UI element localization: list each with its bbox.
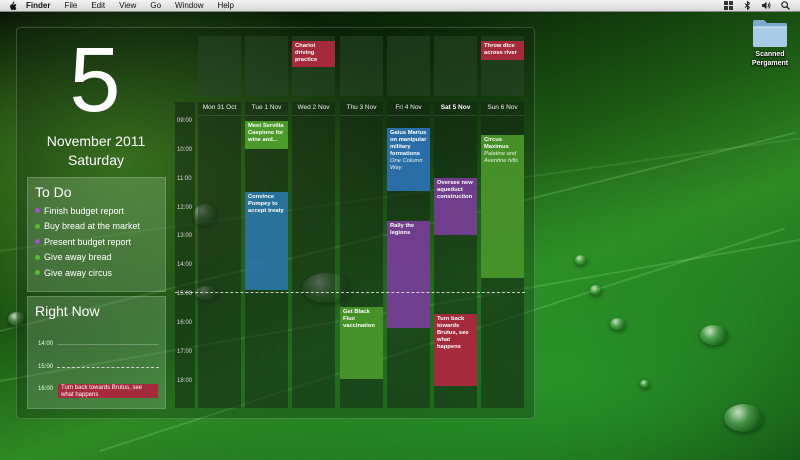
event-title: Rally the legions — [390, 223, 415, 236]
allday-cell[interactable] — [198, 36, 241, 96]
right-now-event[interactable]: Turn back towards Brutus, see what happe… — [58, 384, 158, 398]
menu-window[interactable]: Window — [168, 0, 210, 11]
spotlight-search-icon[interactable] — [781, 1, 790, 10]
right-now-title: Right Now — [35, 303, 100, 319]
header-divider — [245, 115, 288, 116]
volume-icon[interactable] — [762, 1, 771, 10]
hour-label: 10:00 — [177, 147, 193, 153]
current-day-number: 5 — [69, 29, 121, 131]
todo-bullet — [35, 239, 40, 245]
day-header: Fri 4 Nov — [395, 104, 422, 111]
folder-icon — [752, 18, 788, 48]
todo-bullet — [35, 270, 40, 276]
hour-label: 09:00 — [177, 118, 193, 124]
event-title: Meet Servilia Caepione for wine and... — [248, 123, 284, 143]
menu-bar: Finder File Edit View Go Window Help — [0, 0, 800, 12]
right-now-gridline — [57, 344, 159, 345]
event-location: One Column Way — [390, 158, 423, 171]
right-now-time: 15:00 — [38, 364, 54, 370]
right-now-time: 14:00 — [38, 341, 54, 347]
todo-bullet — [35, 254, 40, 260]
allday-cell[interactable] — [340, 36, 383, 96]
spaces-icon[interactable] — [724, 1, 733, 10]
right-now-time: 16:00 — [38, 386, 54, 392]
header-divider — [340, 115, 383, 116]
menu-view[interactable]: View — [112, 0, 143, 11]
day-header: Tue 1 Nov — [251, 104, 282, 111]
calendar-event[interactable]: Turn back towards Brutus, see what happe… — [434, 314, 477, 386]
day-column[interactable]: Wed 2 Nov — [292, 102, 335, 408]
day-header-today: Sat 5 Nov — [440, 104, 471, 111]
allday-cell[interactable] — [245, 36, 288, 96]
todo-item[interactable]: Finish budget report — [28, 203, 165, 219]
allday-cell[interactable] — [387, 36, 430, 96]
hour-label: 14:00 — [177, 262, 193, 268]
todo-item-label: Buy bread at the market — [44, 221, 141, 232]
apple-menu-icon[interactable] — [8, 1, 18, 11]
header-divider — [292, 115, 335, 116]
day-column[interactable]: Mon 31 Oct — [198, 102, 241, 408]
header-divider — [481, 115, 524, 116]
menu-finder[interactable]: Finder — [24, 0, 57, 11]
todo-item-label: Present budget report — [44, 236, 132, 247]
right-now-panel: Right Now 14:00 15:00 16:00 Turn back to… — [27, 296, 166, 409]
calendar-event[interactable]: Rally the legions — [387, 221, 430, 328]
event-title: Convince Pompey to accept treaty — [248, 194, 284, 214]
calendar-event[interactable]: Oversee new aqueduct construction — [434, 178, 477, 235]
event-title: Chariot driving practice — [295, 43, 318, 63]
folder-label: Scanned Pergament — [751, 51, 789, 67]
current-weekday: Saturday — [67, 152, 125, 168]
header-divider — [387, 115, 430, 116]
header-divider — [434, 115, 477, 116]
todo-item-label: Give away bread — [44, 252, 112, 263]
calendar-event[interactable]: Convince Pompey to accept treaty — [245, 192, 288, 290]
todo-bullet — [35, 208, 40, 214]
calendar-event[interactable]: Meet Servilia Caepione for wine and... — [245, 121, 288, 149]
hour-label: 18:00 — [177, 378, 193, 384]
event-title: Get Black Flux vaccination — [343, 309, 375, 329]
hour-label: 16:00 — [177, 320, 193, 326]
todo-item[interactable]: Present budget report — [28, 234, 165, 250]
hour-label: 11:00 — [177, 176, 192, 182]
todo-bullet — [35, 223, 40, 229]
event-title: Gaius Marius on manipular military forma… — [390, 130, 427, 157]
event-location: Palatine and Aventine hills — [484, 151, 519, 164]
event-title: Turn back towards Brutus, see what happe… — [437, 316, 469, 350]
menu-file[interactable]: File — [57, 0, 84, 11]
hour-label: 12:00 — [177, 205, 193, 211]
current-month-year: November 2011 — [46, 133, 146, 149]
allday-cell[interactable] — [434, 36, 477, 96]
menu-help[interactable]: Help — [210, 0, 240, 11]
todo-item-label: Finish budget report — [44, 205, 125, 216]
calendar-event[interactable]: Circus Maximus Palatine and Aventine hil… — [481, 135, 524, 278]
todo-item[interactable]: Give away circus — [28, 265, 165, 281]
bluetooth-icon[interactable] — [743, 1, 752, 10]
day-header: Wed 2 Nov — [297, 104, 330, 111]
menu-edit[interactable]: Edit — [84, 0, 112, 11]
todo-panel: To Do Finish budget report Buy bread at … — [27, 177, 166, 292]
header-divider — [198, 115, 241, 116]
day-header: Mon 31 Oct — [202, 104, 237, 111]
current-time-line — [175, 292, 525, 293]
todo-item[interactable]: Give away bread — [28, 250, 165, 266]
right-now-current-time-line — [57, 367, 159, 368]
menu-go[interactable]: Go — [143, 0, 168, 11]
allday-event[interactable]: Throw dice across river — [481, 41, 524, 60]
desktop-folder[interactable]: Scanned Pergament — [742, 18, 798, 68]
hour-label: 17:00 — [177, 349, 193, 355]
calendar-event[interactable]: Get Black Flux vaccination — [340, 307, 383, 379]
todo-title: To Do — [35, 184, 72, 200]
event-title: Oversee new aqueduct construction — [437, 180, 473, 200]
hour-label: 13:00 — [177, 233, 193, 239]
event-title: Circus Maximus — [484, 137, 509, 150]
todo-item[interactable]: Buy bread at the market — [28, 219, 165, 235]
event-title: Throw dice across river — [484, 43, 517, 56]
day-header: Sun 6 Nov — [487, 104, 518, 111]
allday-event[interactable]: Chariot driving practice — [292, 41, 335, 67]
calendar-event[interactable]: Gaius Marius on manipular military forma… — [387, 128, 430, 191]
day-header: Thu 3 Nov — [346, 104, 377, 111]
todo-item-label: Give away circus — [44, 267, 113, 278]
